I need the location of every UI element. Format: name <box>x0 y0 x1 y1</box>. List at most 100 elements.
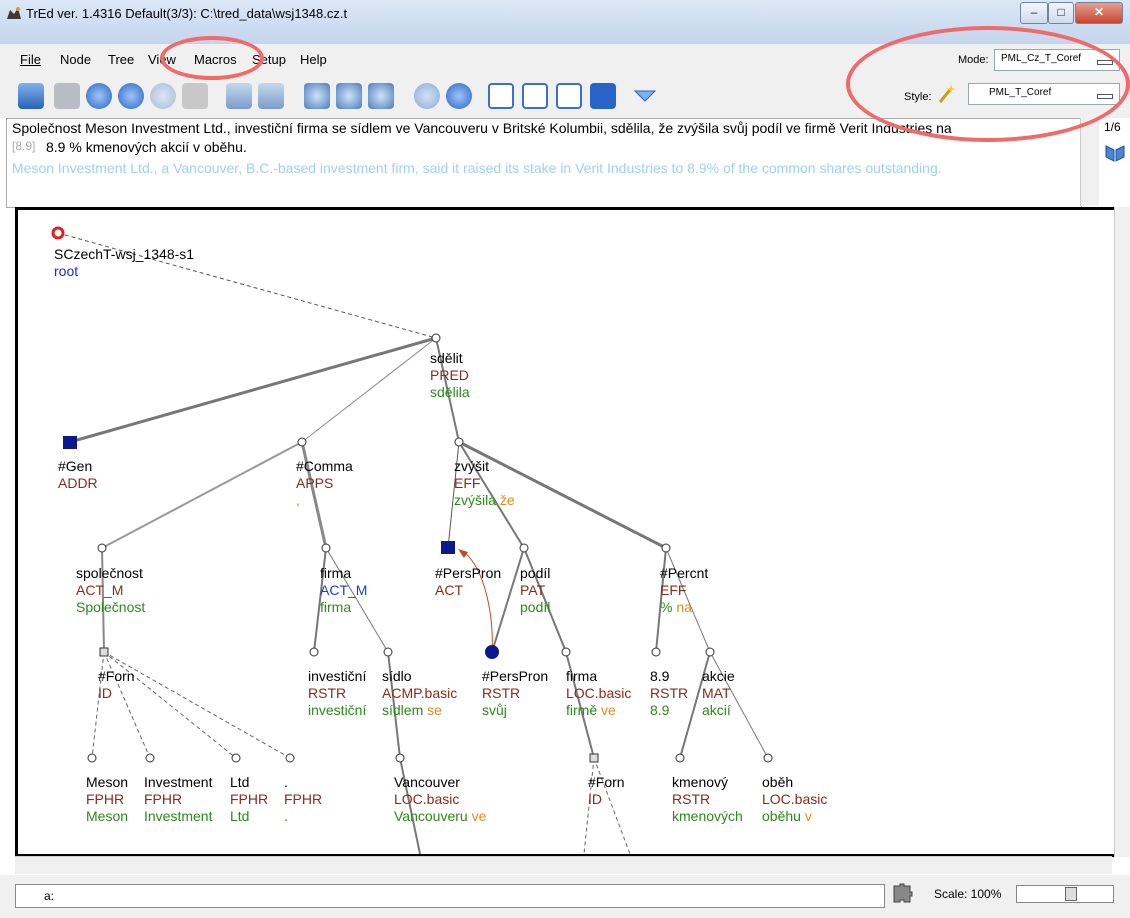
maximize-button[interactable]: □ <box>1048 2 1074 24</box>
node-comma[interactable]: #Comma APPS , <box>296 458 353 509</box>
node-meson[interactable]: Meson FPHR Meson <box>86 774 128 825</box>
tree-view[interactable]: SCzechT-wsj_1348-s1 root sdělit PRED sdě… <box>15 207 1118 857</box>
mode-select[interactable]: PML_Cz_T_Coref <box>994 49 1120 71</box>
node-lemma: . <box>284 774 288 790</box>
node-form: svůj <box>482 702 507 718</box>
vertical-split-icon[interactable] <box>488 83 514 109</box>
save-icon[interactable] <box>54 83 80 109</box>
node-lemma: #PersPron <box>482 668 549 684</box>
node-forn[interactable]: #Forn ID <box>98 668 135 702</box>
node-dot[interactable]: . FPHR . <box>284 774 322 825</box>
node-forn-2[interactable]: #Forn ID <box>588 774 625 808</box>
node-sidlo[interactable]: sídlo ACMP.basic sídlem se <box>382 668 457 719</box>
root-node[interactable]: SCzechT-wsj_1348-s1 root <box>54 246 194 280</box>
node-podil[interactable]: podíl PAT podíl <box>520 565 550 616</box>
tree-horizontal-scrollbar[interactable] <box>15 856 1112 874</box>
node-functor: ACT_M <box>320 582 368 598</box>
sentence-scrollbar[interactable] <box>1080 118 1099 206</box>
node-perspron-rstr[interactable]: #PersPron RSTR svůj <box>482 668 548 719</box>
node-akcie[interactable]: akcie MAT akcií <box>702 668 735 719</box>
back-icon[interactable] <box>414 83 440 109</box>
node-firma-loc[interactable]: firma LOC.basic firmě ve <box>566 668 631 719</box>
menu-help[interactable]: Help <box>300 52 327 67</box>
node-form: firmě <box>566 702 598 718</box>
search-next-icon[interactable] <box>336 83 362 109</box>
menu-view[interactable]: View <box>148 52 176 67</box>
node-lemma: společnost <box>76 565 143 581</box>
print-icon[interactable] <box>182 83 208 109</box>
book-icon[interactable] <box>1104 142 1126 162</box>
node-lemma: investiční <box>308 668 367 684</box>
open-folder-icon[interactable] <box>18 83 44 109</box>
menu-node[interactable]: Node <box>60 52 91 67</box>
node-lemma: #PersPron <box>435 565 502 581</box>
node-percnt[interactable]: #Percnt EFF % na <box>660 565 708 616</box>
command-input[interactable]: a: <box>15 884 885 908</box>
menu-file[interactable]: File <box>20 52 41 67</box>
node-lemma: firma <box>566 668 598 684</box>
close-button[interactable]: ✕ <box>1075 2 1123 24</box>
window-title: TrEd ver. 1.4316 Default(3/3): C:\tred_d… <box>26 6 348 21</box>
node-investment[interactable]: Investment FPHR Investment <box>144 774 212 825</box>
node-gen[interactable]: #Gen ADDR <box>58 458 98 492</box>
node-obeh[interactable]: oběh LOC.basic oběhu v <box>762 774 827 825</box>
menu-setup[interactable]: Setup <box>252 52 286 67</box>
node-functor: EFF <box>454 475 481 491</box>
node-aux: na <box>676 599 692 615</box>
node-form: kmenových <box>672 808 743 824</box>
node-functor: EFF <box>660 582 687 598</box>
node-form: sídlem <box>382 702 424 718</box>
scale-slider[interactable] <box>1016 885 1114 903</box>
node-lemma: podíl <box>520 565 551 581</box>
next-tree-disabled-icon[interactable] <box>150 83 176 109</box>
node-lemma: akcie <box>702 668 735 684</box>
undo-icon[interactable] <box>226 83 252 109</box>
search-icon[interactable] <box>304 83 330 109</box>
node-kmenovy[interactable]: kmenový RSTR kmenových <box>672 774 743 825</box>
close-pane-icon[interactable] <box>556 83 582 109</box>
menu-tree[interactable]: Tree <box>108 52 134 67</box>
node-form: Ltd <box>230 808 250 824</box>
node-ltd[interactable]: Ltd FPHR Ltd <box>230 774 268 825</box>
search-prev-icon[interactable] <box>368 83 394 109</box>
node-investicni[interactable]: investiční RSTR investiční <box>308 668 366 719</box>
redo-icon[interactable] <box>258 83 284 109</box>
puzzle-icon[interactable] <box>890 882 914 906</box>
forward-icon[interactable] <box>446 83 472 109</box>
node-8-9[interactable]: 8.9 RSTR 8.9 <box>650 668 688 719</box>
node-functor: ADDR <box>58 475 98 491</box>
horizontal-split-icon[interactable] <box>522 83 548 109</box>
node-functor: LOC.basic <box>566 685 632 701</box>
node-perspron-act[interactable]: #PersPron ACT <box>435 565 501 599</box>
node-form: 8.9 <box>650 702 670 718</box>
node-lemma: #Gen <box>58 458 93 474</box>
node-functor: LOC.basic <box>762 791 828 807</box>
minimize-button[interactable]: – <box>1020 2 1048 24</box>
mode-label: Mode: <box>958 54 989 66</box>
node-form: podíl <box>520 599 551 615</box>
node-form: % <box>660 599 673 615</box>
node-sdelit[interactable]: sdělit PRED sdělila <box>430 350 470 401</box>
tree-vertical-scrollbar[interactable] <box>1114 207 1130 857</box>
node-form: , <box>296 492 300 508</box>
node-form: Investment <box>144 808 213 824</box>
node-functor: RSTR <box>672 791 711 807</box>
node-form: oběhu <box>762 808 801 824</box>
node-form: firma <box>320 599 352 615</box>
first-tree-icon[interactable] <box>86 83 112 109</box>
command-input-text: a: <box>44 889 55 903</box>
triangle-down-icon[interactable] <box>632 83 658 109</box>
node-aux: se <box>427 702 442 718</box>
node-spolecnost[interactable]: společnost ACT_M Společnost <box>76 565 145 616</box>
prev-tree-icon[interactable] <box>118 83 144 109</box>
node-vancouver[interactable]: Vancouver LOC.basic Vancouveru ve <box>394 774 486 825</box>
magic-wand-icon[interactable] <box>936 82 958 104</box>
node-firma[interactable]: firma ACT_M firma <box>320 565 367 616</box>
lock-icon[interactable] <box>590 83 616 109</box>
menu-macros[interactable]: Macros <box>194 52 237 67</box>
scale-slider-thumb[interactable] <box>1065 887 1077 901</box>
node-zvysit[interactable]: zvýšit EFF zvýšila že <box>454 458 515 509</box>
sentence-counter: 1/6 <box>1104 120 1121 134</box>
node-lemma: sídlo <box>382 668 412 684</box>
style-select[interactable]: PML_T_Coref <box>968 83 1120 105</box>
